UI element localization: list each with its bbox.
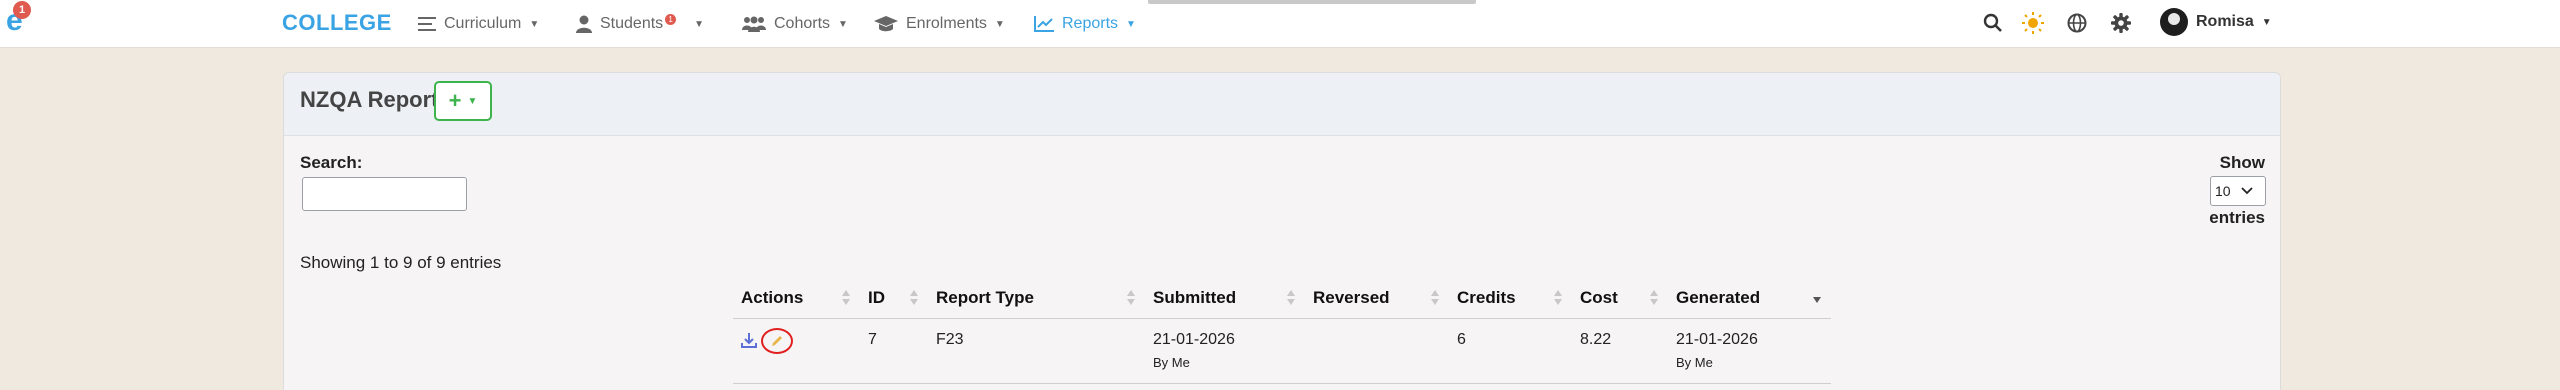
chevron-down-icon: ▼ xyxy=(994,18,1005,30)
sort-icon xyxy=(1287,290,1295,306)
user-menu[interactable]: Romisa ▼ xyxy=(2160,8,2272,36)
notification-badge: 1 xyxy=(13,1,31,19)
chevron-down-icon: ▼ xyxy=(1126,18,1136,30)
students-badge: 1 xyxy=(665,13,677,25)
report-type-cell: F23 xyxy=(928,318,1145,384)
nav-cohorts[interactable]: Cohorts ▼ xyxy=(742,14,848,34)
menu-icon xyxy=(418,17,436,31)
column-header-credits[interactable]: Credits xyxy=(1449,278,1572,319)
nav-enrolments-label: Enrolments xyxy=(906,15,987,32)
sort-icon xyxy=(1127,290,1135,306)
nav-reports[interactable]: Reports ▼ xyxy=(1034,14,1136,34)
card-header: NZQA Report + ▼ xyxy=(284,73,2280,136)
generated-by: By Me xyxy=(1676,354,1713,370)
column-header-id[interactable]: ID xyxy=(860,278,928,319)
report-table-wrapper: Actions ID Report Type Submitted Reverse… xyxy=(733,278,1831,384)
gear-icon[interactable] xyxy=(2110,12,2132,34)
loading-bar xyxy=(1148,0,1476,4)
chevron-down-icon xyxy=(2240,187,2253,195)
table-row: 7 F23 21-01-2026 By Me 6 8.22 21-01-2026… xyxy=(733,318,1831,384)
chevron-down-icon: ▼ xyxy=(838,18,848,30)
sort-desc-icon xyxy=(1813,290,1821,306)
entries-per-page-select[interactable]: 10 xyxy=(2210,176,2266,206)
line-chart-icon xyxy=(1034,16,1054,32)
sun-icon[interactable] xyxy=(2022,12,2044,34)
nav-curriculum[interactable]: Curriculum ▼ xyxy=(418,14,539,34)
actions-cell xyxy=(733,318,860,384)
chevron-down-icon: ▼ xyxy=(694,18,705,30)
table-header-row: Actions ID Report Type Submitted Reverse… xyxy=(733,278,1831,319)
report-table: Actions ID Report Type Submitted Reverse… xyxy=(733,278,1831,384)
id-cell: 7 xyxy=(860,318,928,384)
column-header-reversed[interactable]: Reversed xyxy=(1305,278,1449,319)
sort-icon xyxy=(842,290,850,306)
submitted-by: By Me xyxy=(1153,354,1190,370)
user-name: Romisa xyxy=(2196,13,2254,30)
reversed-cell xyxy=(1305,318,1449,384)
sort-icon xyxy=(1431,290,1439,306)
page-title: NZQA Report xyxy=(300,87,439,112)
column-header-report-type[interactable]: Report Type xyxy=(928,278,1145,319)
sort-icon xyxy=(1650,290,1658,306)
search-icon[interactable] xyxy=(1982,12,2004,34)
user-icon xyxy=(576,15,592,33)
search-label: Search: xyxy=(300,153,363,172)
search-input[interactable] xyxy=(302,177,467,211)
submitted-date: 21-01-2026 xyxy=(1153,330,1235,348)
edit-highlight-ring[interactable] xyxy=(761,327,793,354)
nav-students-label: Students xyxy=(600,15,664,32)
chevron-down-icon: ▼ xyxy=(467,95,478,107)
credits-cell: 6 xyxy=(1449,318,1572,384)
column-header-submitted[interactable]: Submitted xyxy=(1145,278,1305,319)
nav-reports-label: Reports xyxy=(1062,15,1119,32)
avatar xyxy=(2160,8,2188,36)
chevron-down-icon: ▼ xyxy=(529,18,540,30)
column-header-cost[interactable]: Cost xyxy=(1572,278,1668,319)
globe-icon[interactable] xyxy=(2066,12,2088,34)
add-report-button[interactable]: + ▼ xyxy=(434,81,492,121)
generated-cell: 21-01-2026 By Me xyxy=(1668,318,1831,384)
chevron-down-icon: ▼ xyxy=(2261,16,2272,28)
nav-students[interactable]: Students 1 ▼ xyxy=(576,13,705,34)
users-group-icon xyxy=(742,16,766,32)
sort-icon xyxy=(910,290,918,306)
entries-select-value: 10 xyxy=(2215,183,2231,199)
cost-cell: 8.22 xyxy=(1572,318,1668,384)
nav-curriculum-label: Curriculum xyxy=(444,15,522,32)
show-label: Show xyxy=(2219,153,2265,172)
sort-icon xyxy=(1554,290,1562,306)
nav-enrolments[interactable]: Enrolments ▼ xyxy=(874,14,1005,34)
plus-icon: + xyxy=(448,88,462,113)
download-icon[interactable] xyxy=(741,332,757,353)
top-navbar: e 1 COLLEGE Curriculum ▼ Students 1 ▼ Co… xyxy=(0,0,2560,48)
column-header-actions[interactable]: Actions xyxy=(733,278,860,319)
college-logo-icon[interactable]: e 1 xyxy=(6,1,32,36)
nav-cohorts-label: Cohorts xyxy=(774,15,831,32)
pencil-icon xyxy=(772,335,782,346)
entries-label: entries xyxy=(2209,208,2265,227)
graduation-cap-icon xyxy=(874,16,898,32)
column-header-generated[interactable]: Generated xyxy=(1668,278,1831,319)
generated-date: 21-01-2026 xyxy=(1676,330,1758,348)
brand-name[interactable]: COLLEGE xyxy=(282,10,392,36)
submitted-cell: 21-01-2026 By Me xyxy=(1145,318,1305,384)
table-info: Showing 1 to 9 of 9 entries xyxy=(300,253,502,272)
